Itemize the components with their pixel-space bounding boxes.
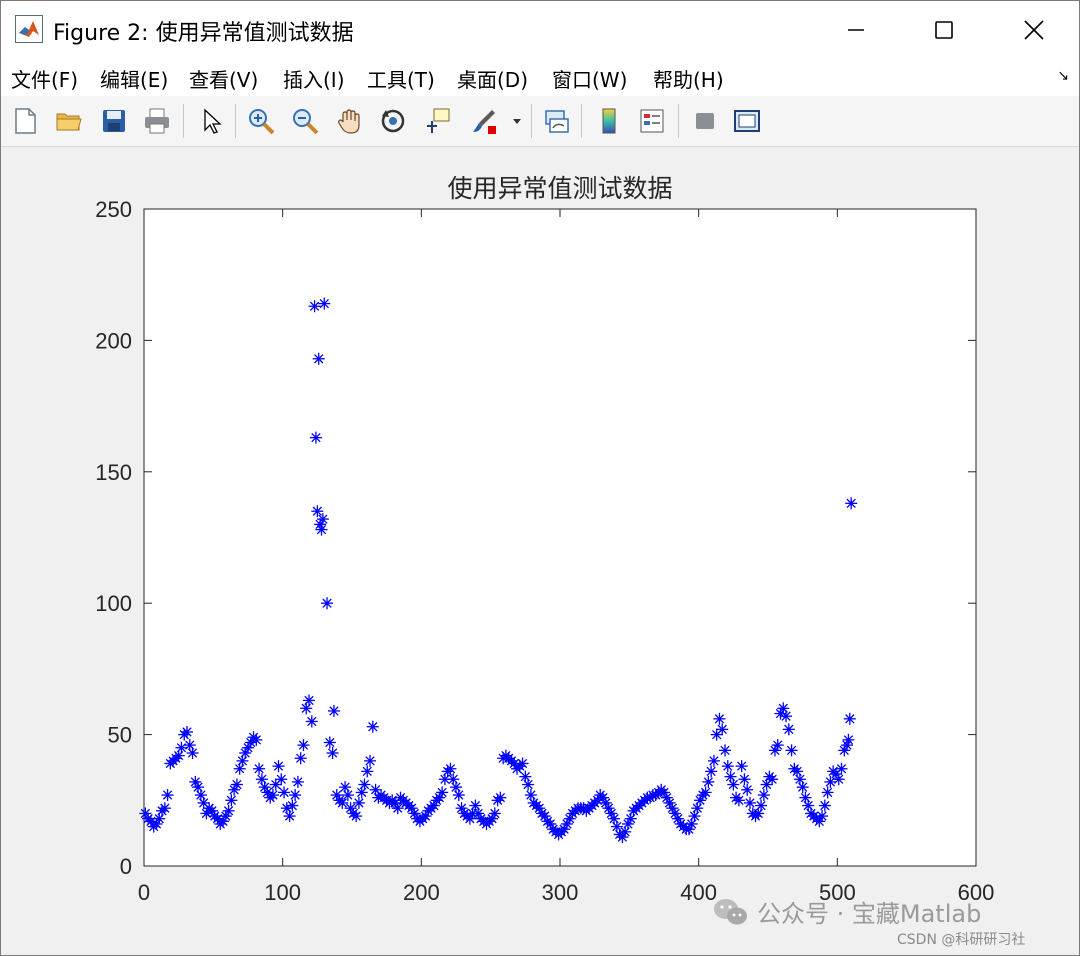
- show-plot-tools-button[interactable]: [729, 103, 765, 139]
- close-button[interactable]: [989, 1, 1079, 58]
- scatter-plot: 使用异常值测试数据 0 100 200 300 400 500 60005010015020…: [95, 174, 994, 905]
- minimize-button[interactable]: [811, 1, 901, 58]
- x-tick-label: 400: [680, 880, 717, 905]
- menu-tools[interactable]: 工具(T): [367, 64, 435, 93]
- show-tools-icon: [734, 110, 760, 132]
- brush-icon: [473, 110, 496, 134]
- save-icon: [103, 110, 125, 132]
- title-bar[interactable]: Figure 2: 使用异常值测试数据: [1, 1, 1079, 58]
- menu-edit[interactable]: 编辑(E): [100, 64, 168, 93]
- data-point: [716, 723, 729, 736]
- close-icon: [1024, 19, 1044, 40]
- legend-icon: [640, 109, 664, 133]
- y-tick-label: 250: [95, 197, 132, 222]
- x-tick-label: 0: [138, 880, 150, 905]
- axes-background[interactable]: [143, 208, 977, 867]
- y-tick-label: 200: [95, 328, 132, 353]
- brush-button[interactable]: [465, 103, 501, 139]
- toolbar-separator: [678, 104, 679, 138]
- data-point: [222, 804, 235, 817]
- save-button[interactable]: [96, 103, 132, 139]
- pan-button[interactable]: [331, 103, 367, 139]
- colorbar-button[interactable]: [591, 103, 627, 139]
- data-point: [436, 786, 449, 799]
- new-document-icon: [15, 108, 36, 134]
- x-tick-label: 200: [403, 880, 440, 905]
- data-point: [275, 773, 288, 786]
- zoom-out-icon: [293, 109, 319, 135]
- zoom-in-icon: [249, 109, 275, 135]
- watermark-text: 公众号 · 宝藏Matlab: [757, 900, 982, 928]
- source-credit: CSDN @科研研习社: [897, 932, 1026, 948]
- maximize-icon: [935, 20, 953, 39]
- print-button[interactable]: [139, 103, 175, 139]
- colorbar-icon: [602, 108, 616, 134]
- data-point: [180, 725, 193, 738]
- toolbar-separator: [235, 104, 236, 138]
- y-tick-label: 50: [108, 723, 132, 748]
- data-point: [707, 754, 720, 767]
- data-point: [721, 760, 734, 773]
- data-point: [175, 741, 188, 754]
- arrow-corner-icon[interactable]: ↘: [1057, 68, 1069, 84]
- toolbar: [1, 96, 1079, 147]
- menu-file[interactable]: 文件(F): [11, 64, 78, 93]
- x-tick-label: 100: [264, 880, 301, 905]
- folder-icon: [56, 113, 82, 131]
- chevron-down-icon: [513, 119, 521, 124]
- x-tick-label: 300: [542, 880, 579, 905]
- window-title: Figure 2: 使用异常值测试数据: [53, 21, 354, 46]
- data-point: [845, 497, 858, 510]
- rotate-3d-button[interactable]: [375, 103, 411, 139]
- watermark: 公众号 · 宝藏Matlab: [713, 894, 981, 929]
- legend-button[interactable]: [634, 103, 670, 139]
- cursor-arrow-icon: [204, 108, 222, 134]
- new-figure-button[interactable]: [7, 103, 43, 139]
- toolbar-separator: [531, 104, 532, 138]
- rotate-icon: [381, 109, 405, 133]
- toolbar-separator: [183, 104, 184, 138]
- brush-dropdown-button[interactable]: [507, 103, 527, 139]
- data-point: [816, 810, 829, 823]
- wechat-icon: [714, 898, 747, 924]
- link-plot-icon: [545, 110, 569, 133]
- maximize-button[interactable]: [899, 1, 989, 58]
- data-point: [516, 757, 529, 770]
- menu-view[interactable]: 查看(V): [189, 64, 258, 93]
- data-point: [782, 723, 795, 736]
- data-point: [289, 789, 302, 802]
- data-point: [735, 760, 748, 773]
- menu-insert[interactable]: 插入(I): [283, 64, 345, 93]
- matlab-logo-icon: [15, 15, 43, 43]
- edit-plot-button[interactable]: [193, 103, 229, 139]
- toolbar-separator: [581, 104, 582, 138]
- data-cursor-icon: [427, 108, 450, 133]
- hand-icon: [338, 109, 360, 134]
- link-plot-button[interactable]: [539, 103, 575, 139]
- figure-window: Figure 2: 使用异常值测试数据 文件(F) 编辑(E) 查看(V) 插入…: [0, 0, 1080, 956]
- y-tick-label: 150: [95, 460, 132, 485]
- menu-desktop[interactable]: 桌面(D): [457, 64, 528, 93]
- data-point: [230, 778, 243, 791]
- y-tick-label: 0: [120, 854, 132, 879]
- data-point: [771, 739, 784, 752]
- y-tick-label: 100: [95, 591, 132, 616]
- printer-icon: [145, 108, 169, 134]
- menu-bar: 文件(F) 编辑(E) 查看(V) 插入(I) 工具(T) 桌面(D) 窗口(W…: [1, 58, 1079, 96]
- zoom-in-button[interactable]: [243, 103, 279, 139]
- hide-tools-icon: [696, 113, 714, 129]
- open-file-button[interactable]: [51, 103, 87, 139]
- chart-title: 使用异常值测试数据: [447, 174, 672, 203]
- zoom-out-button[interactable]: [287, 103, 323, 139]
- menu-help[interactable]: 帮助(H): [653, 64, 724, 93]
- data-cursor-button[interactable]: [419, 103, 455, 139]
- data-point: [161, 789, 174, 802]
- hide-plot-tools-button[interactable]: [687, 103, 723, 139]
- minimize-icon: [848, 28, 864, 31]
- menu-window[interactable]: 窗口(W): [552, 64, 627, 93]
- data-point: [732, 794, 745, 807]
- data-point: [225, 794, 238, 807]
